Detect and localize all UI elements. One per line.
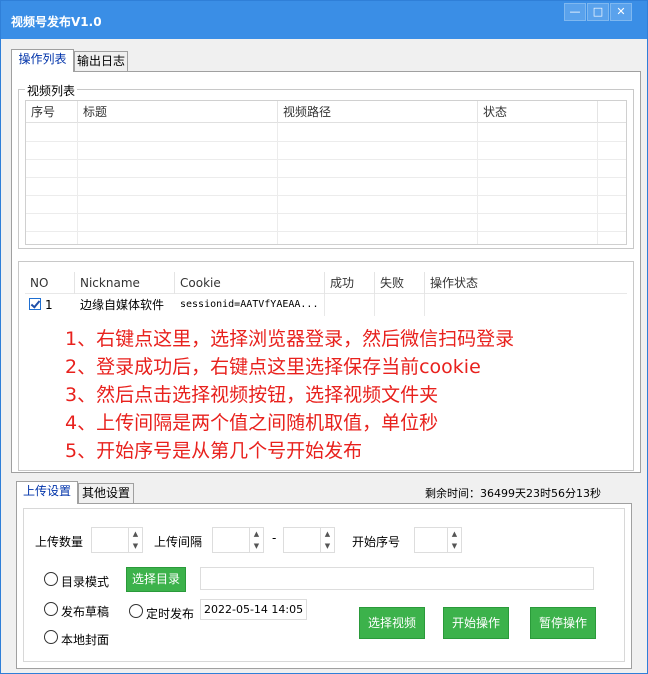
- local-cover-label: 本地封面: [61, 633, 110, 647]
- start-index-label: 开始序号: [352, 535, 401, 549]
- grid-line: [26, 231, 626, 232]
- scheduled-time-input[interactable]: 2022-05-14 14:05: [200, 599, 307, 620]
- local-cover-radio[interactable]: [44, 630, 58, 644]
- column-header-cookie[interactable]: Cookie: [175, 272, 325, 294]
- main-window: 视频号发布V1.0 — □ ✕ 操作列表 输出日志 视频列表 序号 标题 视频路…: [0, 0, 648, 674]
- window-title: 视频号发布V1.0: [11, 15, 102, 29]
- row-checkbox[interactable]: [29, 298, 41, 310]
- scheduled-publish-label: 定时发布: [146, 607, 195, 621]
- grid-line: [324, 294, 325, 316]
- grid-line: [26, 213, 626, 214]
- instruction-4: 4、上传间隔是两个值之间随机取值，单位秒: [65, 412, 439, 434]
- grid-line: [26, 141, 626, 142]
- column-header-no[interactable]: NO: [25, 272, 75, 294]
- publish-draft-label: 发布草稿: [61, 605, 110, 619]
- instruction-1: 1、右键点这里，选择浏览器登录，然后微信扫码登录: [65, 328, 515, 350]
- upload-interval-min-spinner[interactable]: ▲ ▼: [212, 527, 264, 553]
- interval-dash: -: [272, 531, 277, 545]
- spin-down-icon[interactable]: ▼: [128, 540, 142, 552]
- row-cookie: sessionid=AATVfYAEAA...: [180, 299, 319, 310]
- upload-settings-group: 上传数量 ▲ ▼ 上传间隔 ▲ ▼ - ▲ ▼ 开始序号 ▲ ▼ 目录模式 选择: [23, 508, 625, 662]
- instruction-3: 3、然后点击选择视频按钮，选择视频文件夹: [65, 384, 439, 406]
- account-list-header: NO Nickname Cookie 成功 失败 操作状态: [25, 272, 627, 294]
- column-header-fail[interactable]: 失败: [375, 272, 425, 294]
- tab-output-log[interactable]: 输出日志: [74, 51, 128, 72]
- grid-line: [424, 294, 425, 316]
- upload-interval-max-spinner[interactable]: ▲ ▼: [283, 527, 335, 553]
- select-directory-button[interactable]: 选择目录: [126, 567, 186, 592]
- grid-line: [26, 159, 626, 160]
- spin-down-icon[interactable]: ▼: [249, 540, 263, 552]
- select-video-button[interactable]: 选择视频: [359, 607, 425, 639]
- column-header-title[interactable]: 标题: [78, 101, 278, 123]
- column-header-video-path[interactable]: 视频路径: [278, 101, 478, 123]
- operation-list-panel: 视频列表 序号 标题 视频路径 状态 NO Nickname Cookie 成功…: [11, 71, 641, 473]
- scheduled-publish-radio[interactable]: [129, 604, 143, 618]
- spin-up-icon[interactable]: ▲: [249, 528, 263, 540]
- column-header-nickname[interactable]: Nickname: [75, 272, 175, 294]
- spin-up-icon[interactable]: ▲: [320, 528, 334, 540]
- spin-up-icon[interactable]: ▲: [447, 528, 461, 540]
- column-header-operation-status[interactable]: 操作状态: [425, 272, 505, 294]
- directory-mode-label: 目录模式: [61, 575, 110, 589]
- close-button[interactable]: ✕: [610, 3, 632, 21]
- account-listview[interactable]: NO Nickname Cookie 成功 失败 操作状态 1 边缘自媒体软件 …: [25, 272, 627, 466]
- start-index-spinner[interactable]: ▲ ▼: [414, 527, 462, 553]
- grid-line: [26, 195, 626, 196]
- spin-down-icon[interactable]: ▼: [320, 540, 334, 552]
- video-list-group: 视频列表 序号 标题 视频路径 状态: [18, 82, 634, 249]
- directory-mode-radio[interactable]: [44, 572, 58, 586]
- tab-upload-settings[interactable]: 上传设置: [16, 481, 78, 504]
- column-header-index[interactable]: 序号: [26, 101, 78, 123]
- instruction-2: 2、登录成功后，右键点这里选择保存当前cookie: [65, 356, 481, 378]
- column-header-status[interactable]: 状态: [478, 101, 598, 123]
- title-bar[interactable]: 视频号发布V1.0 — □ ✕: [1, 1, 647, 39]
- upload-count-label: 上传数量: [35, 535, 84, 549]
- maximize-button[interactable]: □: [587, 3, 609, 21]
- countdown-text: 剩余时间：36499天23时56分13秒: [425, 487, 601, 500]
- video-list-group-label: 视频列表: [25, 82, 78, 99]
- account-list-group: NO Nickname Cookie 成功 失败 操作状态 1 边缘自媒体软件 …: [18, 261, 634, 471]
- start-operation-button[interactable]: 开始操作: [443, 607, 509, 639]
- upload-interval-label: 上传间隔: [154, 535, 203, 549]
- tab-operation-list[interactable]: 操作列表: [11, 49, 74, 72]
- pause-operation-button[interactable]: 暂停操作: [530, 607, 596, 639]
- grid-line: [26, 177, 626, 178]
- instruction-5: 5、开始序号是从第几个号开始发布: [65, 440, 363, 462]
- grid-line: [374, 294, 375, 316]
- directory-path-input[interactable]: [200, 567, 594, 590]
- publish-draft-radio[interactable]: [44, 602, 58, 616]
- video-list-header: 序号 标题 视频路径 状态: [26, 101, 626, 123]
- spin-up-icon[interactable]: ▲: [128, 528, 142, 540]
- upload-settings-panel: 上传数量 ▲ ▼ 上传间隔 ▲ ▼ - ▲ ▼ 开始序号 ▲ ▼ 目录模式 选择: [16, 503, 632, 669]
- spin-down-icon[interactable]: ▼: [447, 540, 461, 552]
- table-row[interactable]: 1 边缘自媒体软件 sessionid=AATVfYAEAA...: [25, 296, 627, 314]
- row-no: 1: [45, 298, 53, 312]
- video-listview[interactable]: 序号 标题 视频路径 状态: [25, 100, 627, 245]
- column-header-success[interactable]: 成功: [325, 272, 375, 294]
- upload-count-spinner[interactable]: ▲ ▼: [91, 527, 143, 553]
- row-nickname: 边缘自媒体软件: [80, 298, 165, 312]
- tab-other-settings[interactable]: 其他设置: [78, 483, 134, 504]
- minimize-button[interactable]: —: [564, 3, 586, 21]
